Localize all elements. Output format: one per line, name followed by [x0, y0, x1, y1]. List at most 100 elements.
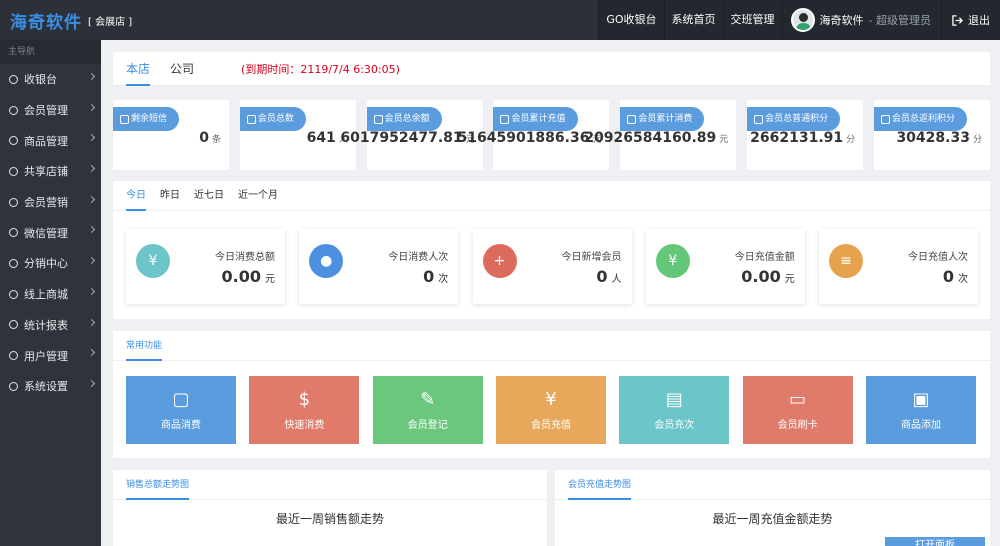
- member-count-recharge-button[interactable]: ▤ 会员充次: [619, 376, 730, 444]
- day-tabs: 今日 昨日 近七日 近一个月: [113, 181, 990, 211]
- circle-icon: [9, 289, 18, 299]
- user-menu[interactable]: 海奇软件 - 超级管理员: [781, 0, 941, 40]
- tab-company[interactable]: 公司: [170, 52, 194, 86]
- sidebar-item-cashier[interactable]: 收银台: [0, 64, 101, 95]
- nav-shift[interactable]: 交班管理: [722, 0, 782, 40]
- circle-icon: [9, 320, 18, 330]
- day-card: ¥ 今日消费总额 0.00 元: [126, 229, 285, 304]
- chevron-right-icon: [87, 349, 96, 357]
- circle-icon: [9, 351, 18, 361]
- nav-cashier[interactable]: GO收银台: [598, 0, 664, 40]
- brand[interactable]: 海奇软件 [ 会展店 ]: [0, 0, 132, 40]
- stats-row: 剩余短信 0 条 会员总数 641 人 会员总余额 6017952477.81 元 会员累计…: [113, 100, 990, 170]
- chevron-right-icon: [87, 287, 96, 295]
- stat-label: 剩余短信: [113, 107, 180, 131]
- sidebar-item-wechat[interactable]: 微信管理: [0, 217, 101, 248]
- sidebar-item-marketing[interactable]: 会员营销: [0, 187, 101, 218]
- logout-icon: [952, 14, 963, 26]
- product-add-button[interactable]: ▣ 商品添加: [865, 376, 976, 444]
- circle-icon: [9, 197, 18, 207]
- sidebar-item-shared-store[interactable]: 共享店铺: [0, 156, 101, 187]
- sidebar-item-products[interactable]: 商品管理: [0, 125, 101, 156]
- sidebar-title: 主导航: [0, 40, 101, 64]
- function-buttons: ▢ 商品消费 $ 快速消费 ✎ 会员登记 ¥ 会员充值 ▤ 会员充次 ▭ 会员刷卡 ▣ 商品添…: [126, 376, 976, 444]
- sidebar-item-label: 共享店铺: [24, 165, 68, 179]
- shopping-bag-icon: ▢: [172, 389, 190, 410]
- chevron-right-icon: [87, 379, 96, 387]
- sidebar-item-members[interactable]: 会员管理: [0, 95, 101, 126]
- member-recharge-button[interactable]: ¥ 会员充值: [495, 376, 606, 444]
- chevron-right-icon: [87, 103, 96, 111]
- logout-label: 退出: [968, 14, 990, 27]
- sidebar-item-label: 用户管理: [24, 349, 68, 363]
- section-title: 常用功能: [113, 331, 990, 361]
- sidebar-item-distribution[interactable]: 分销中心: [0, 248, 101, 279]
- day-card-value: 0人: [596, 267, 622, 286]
- stat-value: 2662131.91 分: [750, 130, 856, 146]
- quick-consume-button[interactable]: $ 快速消费: [249, 376, 360, 444]
- product-consume-button[interactable]: ▢ 商品消费: [126, 376, 236, 444]
- stat-label: 会员累计充值: [493, 107, 578, 131]
- tab-this-store[interactable]: 本店: [126, 52, 151, 86]
- avatar: [790, 8, 815, 32]
- chart-caption: 最近一周销售额走势: [275, 512, 384, 526]
- stat-card: 会员总返利积分 30428.33 分: [873, 100, 990, 170]
- stat-label: 会员总数: [239, 107, 306, 131]
- stat-label: 会员总返利积分: [873, 107, 967, 131]
- day-cards: ¥ 今日消费总额 0.00 元 ● 今日消费人次 0 次 + 今日新增会员 0 人 ¥ 今日充值金额…: [126, 229, 978, 304]
- sidebar-item-reports[interactable]: 统计报表: [0, 310, 101, 341]
- open-panel-button[interactable]: 打开面板: [885, 537, 985, 546]
- sidebar-item-online-mall[interactable]: 线上商城: [0, 279, 101, 310]
- tab-last-7-days[interactable]: 近七日: [194, 181, 224, 211]
- circle-icon: [9, 136, 18, 146]
- user-name: 海奇软件: [819, 14, 864, 27]
- tab-last-month[interactable]: 近一个月: [238, 181, 278, 211]
- sidebar-item-label: 微信管理: [24, 226, 68, 240]
- section-title: 销售总额走势图: [113, 470, 547, 500]
- store-tabs: 本店 公司 (到期时间：2119/7/4 6:30:05): [113, 52, 990, 86]
- recharge-trend-panel: 会员充值走势图 最近一周充值金额走势: [555, 470, 990, 546]
- money-icon: ¥: [136, 244, 170, 278]
- top-bar: 海奇软件 [ 会展店 ] GO收银台 系统首页 交班管理 海奇软件 - 超级管理…: [0, 0, 1000, 40]
- chevron-right-icon: [87, 195, 96, 203]
- lock-bag-icon: ▣: [912, 389, 930, 410]
- logout-button[interactable]: 退出: [941, 0, 1000, 40]
- stat-label: 会员总普通积分: [747, 107, 841, 131]
- people-icon: ●: [309, 244, 344, 278]
- brand-name: 海奇软件: [10, 12, 82, 33]
- recharge-icon: ¥: [545, 389, 557, 410]
- day-card-value: 0次: [423, 267, 449, 286]
- sidebar-item-label: 收银台: [24, 73, 57, 87]
- sales-trend-panel: 销售总额走势图 最近一周销售额走势: [113, 470, 547, 546]
- day-card: ● 今日消费人次 0 次: [299, 229, 459, 304]
- circle-icon: [9, 105, 18, 115]
- member-swipe-button[interactable]: ▭ 会员刷卡: [742, 376, 853, 444]
- top-nav: GO收银台 系统首页 交班管理 海奇软件 - 超级管理员 退出: [598, 0, 1000, 40]
- stat-card: 会员累计消费 20926584160.89 元: [584, 100, 737, 170]
- stat-value: 20926584160.89 元: [584, 130, 729, 146]
- common-functions: 常用功能 ▢ 商品消费 $ 快速消费 ✎ 会员登记 ¥ 会员充值 ▤ 会员充次 ▭ 会员刷卡…: [113, 331, 990, 458]
- sidebar: 主导航 收银台 会员管理 商品管理 共享店铺 会员营销 微信管理 分销中心 线上…: [0, 40, 101, 546]
- member-register-button[interactable]: ✎ 会员登记: [372, 376, 483, 444]
- circle-icon: [9, 74, 18, 84]
- stat-value: 6017952477.81 元: [340, 130, 475, 146]
- tab-today[interactable]: 今日: [126, 181, 146, 211]
- dollar-icon: $: [298, 389, 311, 410]
- sidebar-item-settings[interactable]: 系统设置: [0, 371, 101, 402]
- document-icon: ≡: [829, 244, 863, 278]
- today-panel: 今日 昨日 近七日 近一个月 ¥ 今日消费总额 0.00 元 ● 今日消费人次 0 次 + 今…: [113, 181, 990, 319]
- sidebar-item-label: 线上商城: [24, 288, 68, 302]
- sidebar-item-users[interactable]: 用户管理: [0, 340, 101, 371]
- day-card: ¥ 今日充值金额 0.00 元: [645, 229, 805, 304]
- nav-home[interactable]: 系统首页: [663, 0, 723, 40]
- day-card: ≡ 今日充值人次 0 次: [819, 229, 978, 304]
- stat-label: 会员累计消费: [620, 107, 705, 131]
- sidebar-item-label: 分销中心: [24, 257, 68, 271]
- stat-card: 会员总普通积分 2662131.91 分: [747, 100, 864, 170]
- chevron-right-icon: [87, 226, 96, 234]
- sidebar-item-label: 会员营销: [24, 196, 68, 210]
- tab-yesterday[interactable]: 昨日: [160, 181, 180, 211]
- chevron-right-icon: [87, 165, 96, 173]
- card-icon: ▭: [789, 389, 807, 410]
- stat-value: 51645901886.36 元: [457, 130, 602, 146]
